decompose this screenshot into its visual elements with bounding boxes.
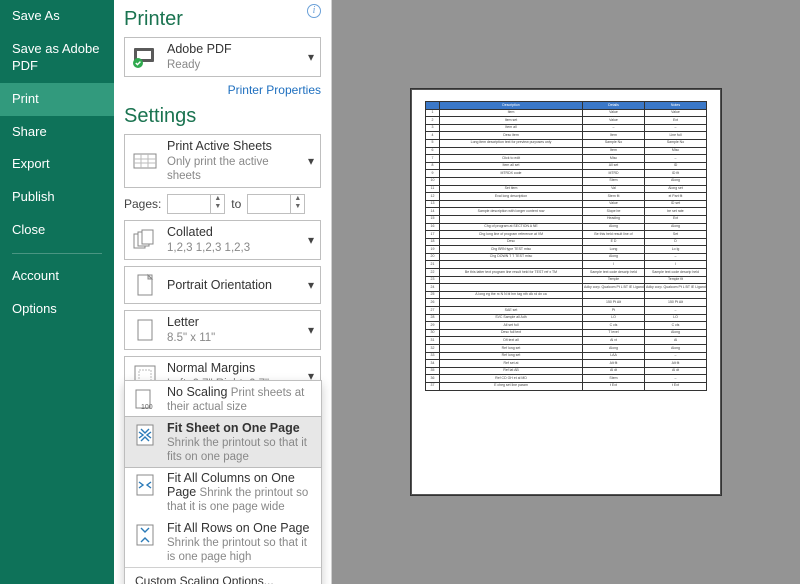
fit-columns-icon	[131, 471, 159, 499]
sheets-icon	[131, 147, 159, 175]
pages-from-field[interactable]	[168, 195, 210, 213]
paper-icon	[131, 316, 159, 344]
fit-page-icon	[131, 421, 159, 449]
preview-table: DescriptionDetailsNotes 1ItemValueValue2…	[425, 101, 707, 391]
paper-sub: 8.5" x 11"	[167, 331, 215, 345]
opt-title: No Scaling	[167, 385, 227, 399]
collate-select[interactable]: Collated 1,2,3 1,2,3 1,2,3 ▾	[124, 220, 321, 260]
custom-scaling-link[interactable]: Custom Scaling Options...	[125, 568, 321, 584]
collate-sub: 1,2,3 1,2,3 1,2,3	[167, 241, 250, 255]
sidebar-item-save-as[interactable]: Save As	[0, 0, 114, 33]
orientation-title: Portrait Orientation	[167, 278, 272, 294]
preview-page: DescriptionDetailsNotes 1ItemValueValue2…	[410, 88, 722, 496]
pages-label: Pages:	[124, 197, 161, 211]
scaling-option-fit-rows[interactable]: Fit All Rows on One Page Shrink the prin…	[125, 517, 321, 567]
svg-text:100: 100	[141, 404, 153, 411]
chevron-down-icon: ▾	[308, 323, 314, 337]
printer-heading: Printer	[124, 8, 321, 31]
chevron-down-icon: ▾	[308, 50, 314, 64]
pages-to-input[interactable]: ▲▼	[247, 194, 305, 214]
opt-title: Fit Sheet on One Page	[167, 421, 300, 435]
paper-title: Letter	[167, 315, 215, 331]
scaling-option-fit-columns[interactable]: Fit All Columns on One Page Shrink the p…	[125, 467, 321, 517]
margins-title: Normal Margins	[167, 361, 269, 377]
opt-sub: Shrink the printout so that it fits on o…	[167, 437, 307, 463]
up-icon[interactable]: ▲	[211, 195, 224, 203]
orientation-select[interactable]: Portrait Orientation ▾	[124, 266, 321, 304]
printer-name: Adobe PDF	[167, 42, 232, 58]
sidebar-item-options[interactable]: Options	[0, 293, 114, 326]
print-preview-area: DescriptionDetailsNotes 1ItemValueValue2…	[332, 0, 800, 584]
sidebar-item-account[interactable]: Account	[0, 260, 114, 293]
scaling-dropdown: 100 No Scaling Print sheets at their act…	[124, 380, 322, 584]
sidebar-item-close[interactable]: Close	[0, 214, 114, 247]
backstage-sidebar: Save As Save as Adobe PDF Print Share Ex…	[0, 0, 114, 584]
paper-size-select[interactable]: Letter 8.5" x 11" ▾	[124, 310, 321, 350]
sidebar-item-publish[interactable]: Publish	[0, 181, 114, 214]
down-icon[interactable]: ▼	[291, 203, 304, 211]
sidebar-separator	[12, 253, 102, 254]
no-scaling-icon: 100	[131, 385, 159, 413]
app-root: Save As Save as Adobe PDF Print Share Ex…	[0, 0, 800, 584]
pages-from-input[interactable]: ▲▼	[167, 194, 225, 214]
print-area-select[interactable]: Print Active Sheets Only print the activ…	[124, 134, 321, 188]
printer-properties-link[interactable]: Printer Properties	[124, 83, 321, 97]
chevron-down-icon: ▾	[308, 278, 314, 292]
print-area-title: Print Active Sheets	[167, 139, 300, 155]
fit-rows-icon	[131, 521, 159, 549]
opt-sub: Shrink the printout so that it is one pa…	[167, 537, 307, 563]
sidebar-item-share[interactable]: Share	[0, 116, 114, 149]
pages-to-label: to	[231, 197, 241, 211]
printer-select[interactable]: Adobe PDF Ready ▾	[124, 37, 321, 77]
sidebar-item-save-adobe[interactable]: Save as Adobe PDF	[0, 33, 114, 83]
scaling-option-fit-sheet[interactable]: Fit Sheet on One Page Shrink the printou…	[124, 416, 322, 468]
up-icon[interactable]: ▲	[291, 195, 304, 203]
down-icon[interactable]: ▼	[211, 203, 224, 211]
info-icon[interactable]: i	[307, 4, 321, 18]
pages-to-field[interactable]	[248, 195, 290, 213]
sidebar-item-print[interactable]: Print	[0, 83, 114, 116]
print-area-sub: Only print the active sheets	[167, 155, 300, 184]
printer-status: Ready	[167, 58, 232, 72]
sidebar-item-export[interactable]: Export	[0, 148, 114, 181]
print-settings-panel: i Printer Adobe PDF Ready ▾ Printer Prop…	[114, 0, 332, 584]
scaling-option-no-scaling[interactable]: 100 No Scaling Print sheets at their act…	[125, 381, 321, 417]
opt-title: Fit All Rows on One Page	[167, 521, 309, 535]
settings-heading: Settings	[124, 105, 321, 128]
chevron-down-icon: ▾	[308, 233, 314, 247]
pages-row: Pages: ▲▼ to ▲▼	[124, 194, 321, 214]
portrait-icon	[131, 271, 159, 299]
collate-icon	[131, 226, 159, 254]
chevron-down-icon: ▾	[308, 154, 314, 168]
printer-icon	[131, 43, 159, 71]
collate-title: Collated	[167, 225, 250, 241]
